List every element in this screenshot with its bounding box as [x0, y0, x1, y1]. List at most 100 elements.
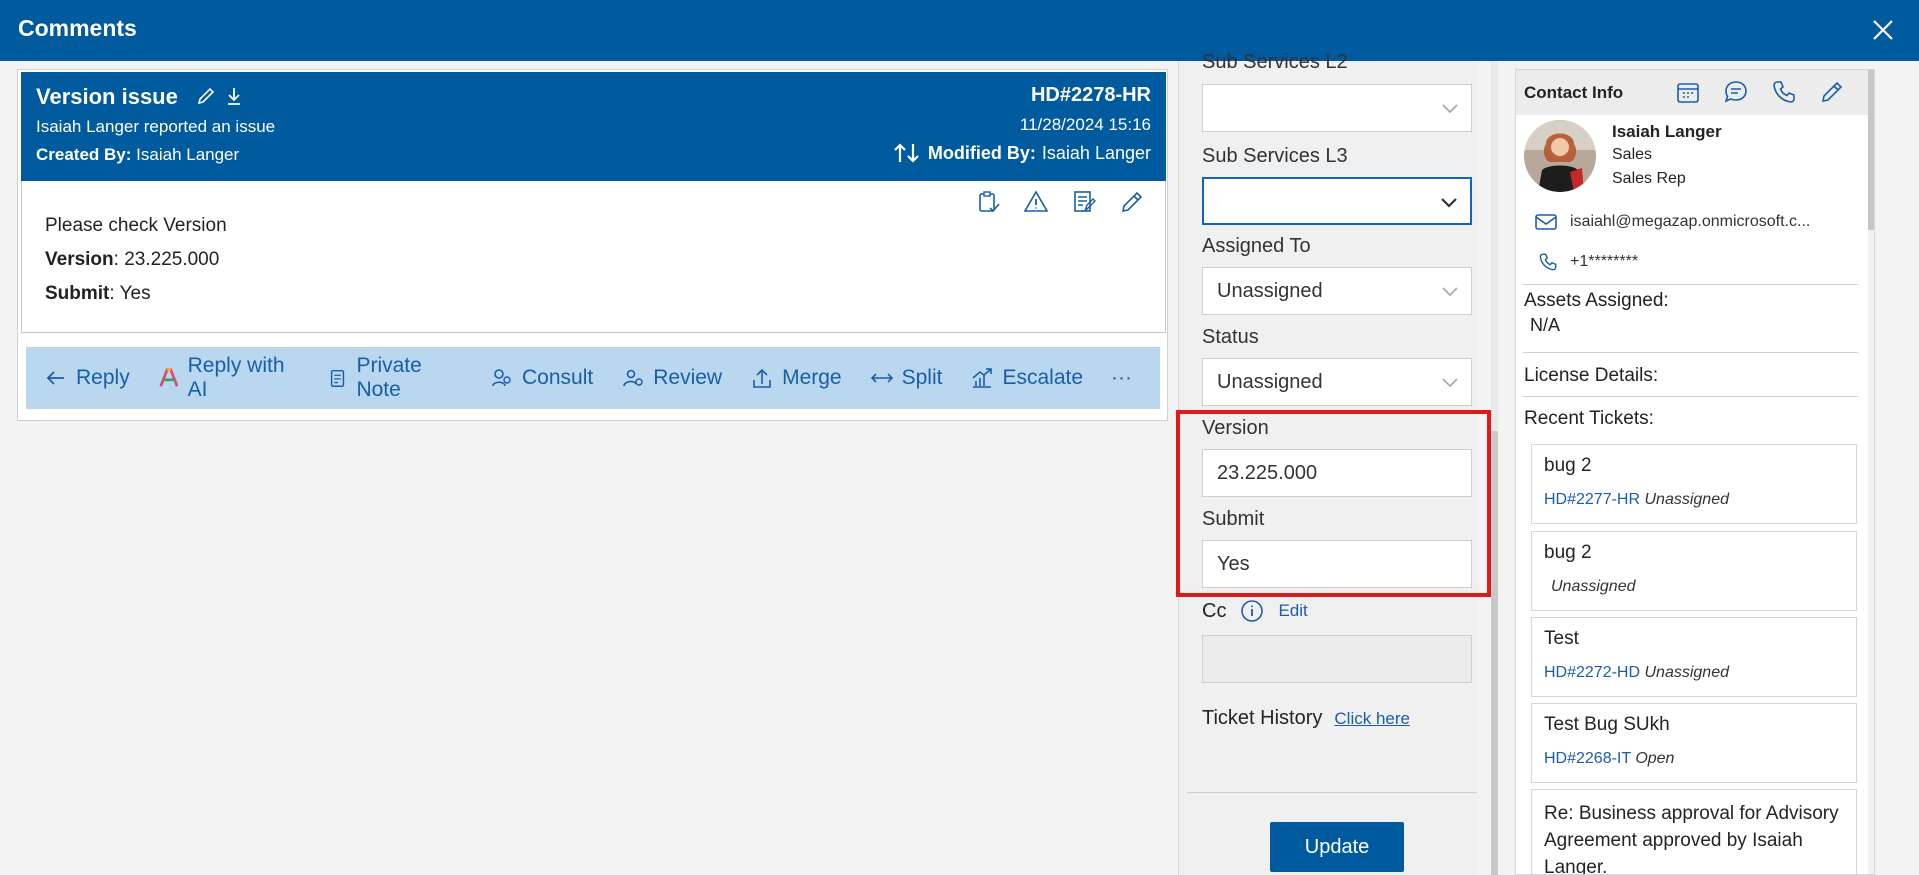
review-label: Review [653, 366, 723, 389]
scrollbar-thumb[interactable] [1868, 70, 1874, 230]
recent-ticket-card[interactable]: Test Bug SUkh HD#2268-IT Open [1531, 703, 1857, 783]
action-bar: Reply Reply with AI Private Note Consult… [26, 347, 1160, 409]
pencil-icon[interactable] [1119, 189, 1145, 215]
update-button[interactable]: Update [1270, 822, 1404, 872]
download-icon[interactable] [224, 86, 244, 106]
consult-button[interactable]: Consult [490, 366, 593, 390]
chevron-down-icon [1442, 378, 1458, 388]
sort-arrows-icon[interactable] [892, 142, 922, 164]
contact-name: Isaiah Langer [1612, 122, 1722, 141]
status-select[interactable]: Unassigned [1202, 358, 1472, 406]
sub-services-l3-select[interactable] [1202, 177, 1472, 225]
recent-ticket-status: Unassigned [1551, 578, 1636, 595]
form-scrollbar[interactable] [1491, 61, 1498, 875]
review-button[interactable]: Review [621, 366, 722, 390]
description-version: Version: 23.225.000 [45, 243, 227, 277]
chevron-down-icon [1442, 287, 1458, 297]
recent-ticket-id[interactable]: HD#2268-IT [1544, 750, 1631, 767]
phone-icon[interactable] [1771, 79, 1797, 105]
recent-ticket-title: Re: Business approval for Advisory Agree… [1544, 803, 1839, 875]
body-toolbar [975, 189, 1145, 215]
arrow-left-icon [46, 371, 64, 385]
ai-logo-icon [159, 368, 179, 387]
more-actions-button[interactable]: ··· [1111, 366, 1132, 390]
recent-ticket-card[interactable]: bug 2 HD#2277-HR Unassigned [1531, 444, 1857, 524]
sub-services-l2-select[interactable] [1202, 84, 1472, 132]
contact-panel: Contact Info Isaiah Langer Sales Sales R… [1515, 69, 1875, 875]
sub-services-l3-label: Sub Services L3 [1202, 145, 1348, 167]
version-val: : 23.225.000 [113, 249, 220, 270]
calendar-icon[interactable] [1675, 79, 1701, 105]
ticket-body: Please check Version Version: 23.225.000… [21, 181, 1166, 333]
recent-ticket-meta: HD#2268-IT Open [1544, 750, 1674, 768]
ticket-history-row: Ticket History Click here [1202, 707, 1410, 730]
clipboard-check-icon[interactable] [975, 189, 1001, 215]
ticket-history-link[interactable]: Click here [1334, 709, 1410, 729]
status-label: Status [1202, 326, 1259, 348]
scrollbar-thumb[interactable] [1491, 431, 1498, 875]
submit-key: Submit [45, 283, 110, 304]
split-button[interactable]: Split [870, 366, 943, 390]
document-edit-icon[interactable] [1071, 189, 1097, 215]
ticket-title: Version issue [36, 84, 178, 109]
ticket-card: Version issue Isaiah Langer reported an … [17, 69, 1168, 421]
info-icon[interactable] [1240, 599, 1264, 623]
contact-email[interactable]: isaiahl@megazap.onmicrosoft.c... [1570, 213, 1810, 231]
close-icon[interactable] [1869, 16, 1897, 44]
contact-title: Contact Info [1524, 83, 1624, 102]
status-value: Unassigned [1217, 371, 1323, 393]
window-title: Comments [18, 15, 137, 41]
assigned-to-select[interactable]: Unassigned [1202, 267, 1472, 315]
highlight-box [1176, 410, 1491, 597]
note-icon [330, 369, 344, 387]
recent-ticket-id[interactable]: HD#2277-HR [1544, 491, 1640, 508]
recent-ticket-title: bug 2 [1544, 455, 1592, 476]
people-icon [492, 369, 511, 387]
ticket-description: Please check Version Version: 23.225.000… [45, 209, 227, 311]
recent-ticket-card[interactable]: Re: Business approval for Advisory Agree… [1531, 789, 1857, 875]
contact-phone[interactable]: +1******** [1570, 253, 1638, 271]
more-label: ··· [1111, 366, 1132, 389]
divider [1523, 352, 1858, 353]
ticket-id: HD#2278-HR [1030, 84, 1151, 106]
chat-icon[interactable] [1723, 79, 1749, 105]
version-key: Version [45, 249, 114, 270]
title-actions [196, 86, 244, 106]
cc-label: Cc [1202, 599, 1227, 622]
modified-by-value: Isaiah Langer [1041, 142, 1151, 163]
recent-ticket-card[interactable]: Test HD#2272-HD Unassigned [1531, 617, 1857, 697]
created-by-label: Created By: [36, 145, 132, 164]
edit-icon[interactable] [1819, 79, 1845, 105]
recent-ticket-meta: Unassigned [1551, 578, 1636, 596]
title-bar: Comments [0, 0, 1919, 61]
private-note-button[interactable]: Private Note [327, 354, 462, 402]
recent-ticket-id[interactable]: HD#2272-HD [1544, 664, 1640, 681]
recent-ticket-title: Test [1544, 628, 1579, 649]
reply-label: Reply [76, 366, 130, 389]
merge-button[interactable]: Merge [750, 366, 842, 390]
divider [1523, 284, 1858, 285]
contact-scrollbar[interactable] [1868, 70, 1874, 874]
avatar [1524, 120, 1596, 192]
reply-button[interactable]: Reply [44, 366, 130, 390]
modified-by-label: Modified By: [927, 142, 1036, 163]
warning-icon[interactable] [1023, 189, 1049, 215]
recent-ticket-title: Test Bug SUkh [1544, 714, 1670, 735]
escalate-button[interactable]: Escalate [970, 366, 1083, 390]
cc-edit-link[interactable]: Edit [1278, 601, 1307, 621]
edit-title-icon[interactable] [196, 86, 216, 106]
split-label: Split [901, 366, 943, 389]
recent-ticket-card[interactable]: bug 2 Unassigned [1531, 531, 1857, 611]
recent-ticket-status: Open [1635, 750, 1675, 767]
contact-header: Contact Info [1516, 70, 1874, 115]
contact-email-row: isaiahl@megazap.onmicrosoft.c... [1534, 212, 1810, 232]
consult-label: Consult [522, 366, 594, 389]
license-label: License Details: [1524, 365, 1659, 386]
recent-tickets-label: Recent Tickets: [1524, 408, 1654, 429]
reply-with-ai-button[interactable]: Reply with AI [158, 354, 299, 402]
description-submit: Submit: Yes [45, 277, 227, 311]
recent-ticket-title: bug 2 [1544, 542, 1592, 563]
cc-row: Cc Edit [1202, 599, 1308, 623]
recent-ticket-status: Unassigned [1644, 664, 1730, 681]
contact-phone-row: +1******** [1538, 251, 1638, 273]
